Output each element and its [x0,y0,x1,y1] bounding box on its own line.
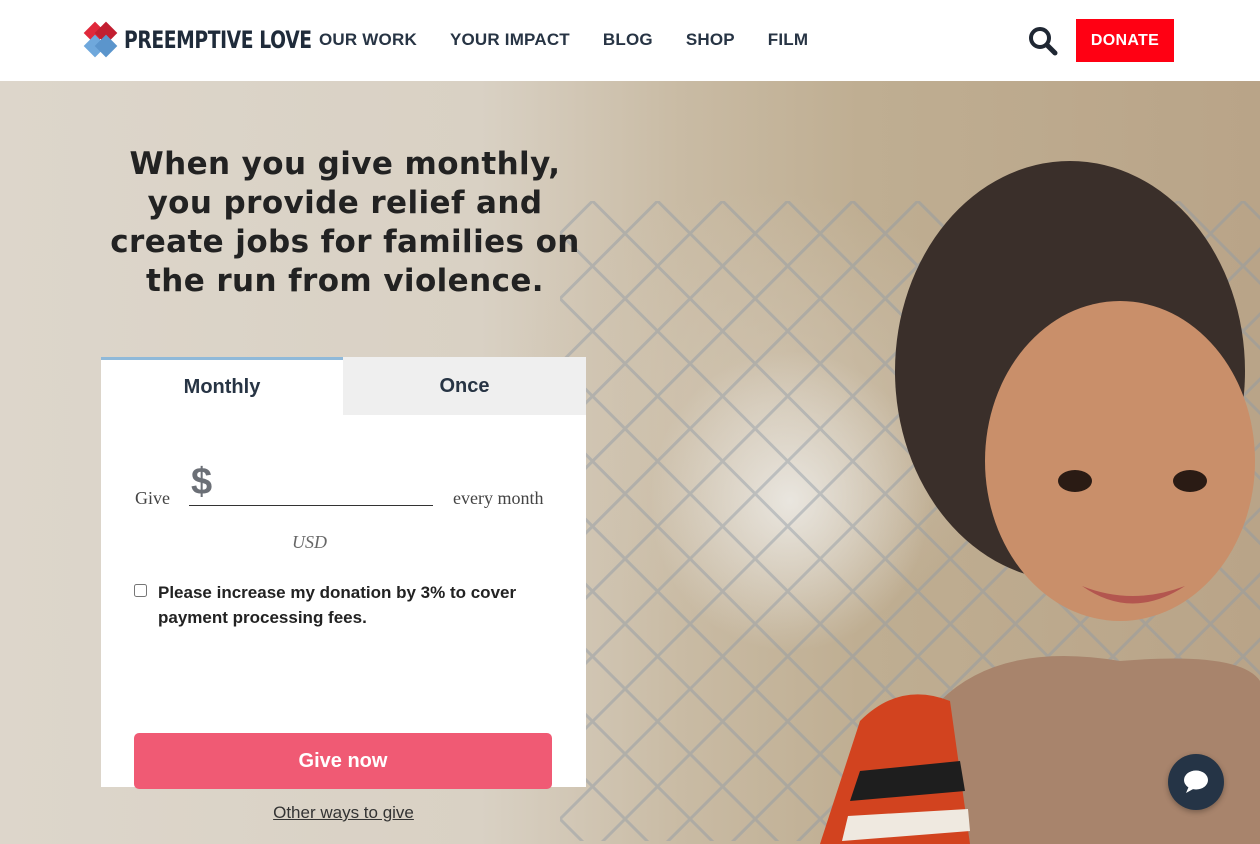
logo-mark-icon [83,21,118,58]
hero-section: When you give monthly, you provide relie… [0,81,1260,844]
nav-item-film[interactable]: FILM [768,30,808,50]
child-photo-image [820,161,1260,844]
cover-fees-checkbox[interactable] [134,584,147,597]
brand-name: PREEMPTIVE LOVE [124,26,312,54]
nav-item-shop[interactable]: SHOP [686,30,735,50]
tab-monthly[interactable]: Monthly [101,357,343,415]
cover-fees-label: Please increase my donation by 3% to cov… [158,583,517,627]
give-now-button[interactable]: Give now [134,733,552,789]
nav-item-our-work[interactable]: OUR WORK [319,30,417,50]
site-header: PREEMPTIVE LOVE OUR WORK YOUR IMPACT BLO… [0,0,1260,81]
tab-once[interactable]: Once [343,357,586,415]
frequency-label: every month [453,488,544,508]
nav-item-blog[interactable]: BLOG [603,30,653,50]
nav-item-your-impact[interactable]: YOUR IMPACT [450,30,570,50]
currency-code-label: USD [292,532,327,552]
hero-headline: When you give monthly, you provide relie… [110,146,580,299]
donate-button[interactable]: DONATE [1076,19,1174,62]
donation-form-card: Monthly Once Give $ every month USD Plea… [101,357,586,822]
donation-amount-input[interactable] [189,461,433,506]
other-ways-to-give-link[interactable]: Other ways to give [101,803,586,823]
give-label: Give [135,488,170,508]
main-nav: OUR WORK YOUR IMPACT BLOG SHOP FILM [319,30,841,50]
chat-bubble-icon[interactable] [1168,754,1224,810]
search-icon[interactable] [1027,25,1059,57]
currency-symbol: $ [191,461,213,503]
